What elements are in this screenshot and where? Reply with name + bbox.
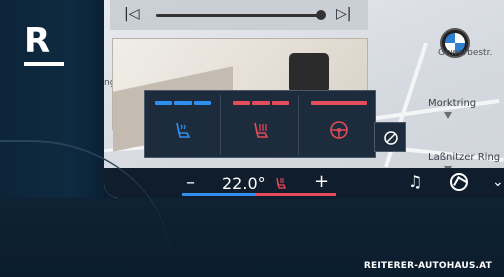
seat-heating-icon [254,122,269,138]
skip-previous-icon[interactable]: |◁ [124,6,139,22]
driver-temp-indicator [182,193,256,196]
seat-heating-button[interactable] [223,95,299,155]
music-note-icon[interactable]: ♫ [408,172,422,191]
media-progress-knob[interactable] [316,10,326,20]
auto-climate-icon [384,131,398,145]
auto-climate-button[interactable] [374,122,406,152]
media-controls: |◁ ▷| [110,0,368,30]
steering-heating-button[interactable] [301,95,377,155]
logo-letter: R [24,21,51,61]
car-infotainment-scene: R ng Gewerbestr. Morktring Laßnitzer Rin… [0,0,504,277]
map-pin-icon [444,112,452,119]
passenger-temp-indicator [256,193,336,196]
seat-ventilation-icon [176,122,191,138]
seat-heating-status-icon[interactable] [274,176,288,190]
partial-edge-icon[interactable]: ⌄ [492,174,504,190]
dealer-logo: R [24,24,64,68]
navigation-icon[interactable] [450,173,468,191]
temperature-decrease-button[interactable]: – [186,172,195,193]
ventilation-level-indicator [155,101,211,105]
temperature-display[interactable]: 22.0° [222,174,266,193]
media-progress-track[interactable] [156,14,324,17]
temperature-increase-button[interactable]: + [314,171,329,192]
map-label-street-2: Laßnitzer Ring [428,152,501,163]
infotainment-screen: ng Gewerbestr. Morktring Laßnitzer Ring … [104,0,504,198]
steering-level-indicator [311,101,367,105]
map-label-gewerbestr: Gewerbestr. [438,48,493,58]
skip-next-icon[interactable]: ▷| [336,6,351,22]
seat-ventilation-button[interactable] [145,95,221,155]
climate-quick-panel [144,90,376,158]
dealer-watermark: REITERER-AUTOHAUS.AT [363,261,492,271]
steering-wheel-heating-icon [330,121,348,139]
heating-level-indicator [233,101,289,105]
map-label-street-1: Morktring [428,98,477,109]
